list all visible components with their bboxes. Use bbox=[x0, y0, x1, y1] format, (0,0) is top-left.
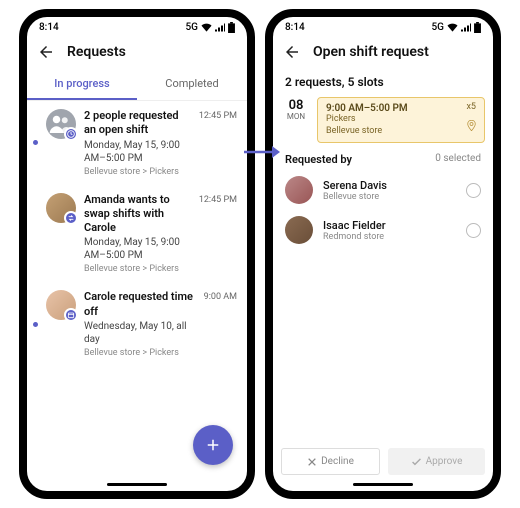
phone-requests: 8:14 5G Requests In progress Completed 2… bbox=[19, 9, 255, 499]
item-meta: Bellevue store > Pickers bbox=[84, 167, 191, 177]
shift-count: x5 bbox=[466, 102, 476, 112]
item-meta: Bellevue store > Pickers bbox=[84, 348, 196, 358]
item-subtitle: Wednesday, May 10, all day bbox=[84, 320, 196, 346]
home-indicator bbox=[353, 483, 413, 486]
status-icons: 5G bbox=[186, 22, 236, 33]
list-item[interactable]: Amanda wants to swap shifts with Carole … bbox=[27, 185, 247, 283]
item-body: 2 people requested an open shift Monday,… bbox=[84, 109, 191, 177]
calendar-icon bbox=[64, 308, 78, 322]
network-label: 5G bbox=[186, 22, 199, 33]
status-time: 8:14 bbox=[285, 22, 305, 33]
requester-name: Serena Davis bbox=[323, 179, 456, 192]
back-icon[interactable] bbox=[37, 43, 55, 61]
tab-completed[interactable]: Completed bbox=[137, 69, 247, 100]
network-label: 5G bbox=[432, 22, 445, 33]
avatar bbox=[285, 176, 313, 204]
summary: 2 requests, 5 slots bbox=[273, 69, 493, 93]
requester-name: Isaac Fielder bbox=[323, 219, 456, 232]
selected-count: 0 selected bbox=[435, 153, 481, 166]
back-icon[interactable] bbox=[283, 43, 301, 61]
shift-block: 08 MON 9:00 AM–5:00 PM Pickers Bellevue … bbox=[281, 97, 485, 143]
item-body: Carole requested time off Wednesday, May… bbox=[84, 290, 196, 358]
home-indicator bbox=[107, 483, 167, 486]
signal-icon bbox=[461, 23, 471, 32]
status-bar: 8:14 5G bbox=[27, 17, 247, 37]
item-time: 12:45 PM bbox=[199, 109, 237, 121]
item-subtitle: Monday, May 15, 9:00 AM–5:00 PM bbox=[84, 139, 191, 165]
decline-label: Decline bbox=[321, 456, 354, 467]
item-time: 9:00 AM bbox=[204, 290, 237, 302]
battery-icon bbox=[228, 22, 235, 33]
unread-dot bbox=[33, 322, 38, 327]
wifi-icon bbox=[201, 23, 212, 32]
footer-buttons: Decline Approve bbox=[281, 448, 485, 475]
decline-button[interactable]: Decline bbox=[281, 448, 380, 475]
location-icon bbox=[467, 116, 476, 135]
list-item[interactable]: Carole requested time off Wednesday, May… bbox=[27, 282, 247, 366]
requester-row[interactable]: Isaac Fielder Redmond store bbox=[273, 210, 493, 250]
shift-date: 08 MON bbox=[281, 97, 311, 143]
page-title: Open shift request bbox=[313, 44, 429, 60]
clock-icon bbox=[64, 127, 78, 141]
approve-label: Approve bbox=[426, 456, 463, 467]
close-icon bbox=[307, 457, 317, 467]
approve-button[interactable]: Approve bbox=[388, 448, 485, 475]
requested-by-header: Requested by 0 selected bbox=[273, 143, 493, 170]
status-time: 8:14 bbox=[39, 22, 59, 33]
shift-card[interactable]: 9:00 AM–5:00 PM Pickers Bellevue store x… bbox=[317, 97, 485, 143]
swap-icon bbox=[64, 211, 78, 225]
tabs: In progress Completed bbox=[27, 69, 247, 101]
radio-select[interactable] bbox=[466, 223, 481, 238]
phone-open-shift: 8:14 5G Open shift request 2 requests, 5… bbox=[265, 9, 501, 499]
unread-dot bbox=[33, 140, 38, 145]
list-item[interactable]: 2 people requested an open shift Monday,… bbox=[27, 101, 247, 185]
radio-select[interactable] bbox=[466, 183, 481, 198]
page-title: Requests bbox=[67, 44, 126, 60]
avatar bbox=[46, 290, 76, 320]
plus-icon bbox=[204, 436, 222, 454]
item-subtitle: Monday, May 15, 9:00 AM–5:00 PM bbox=[84, 236, 191, 262]
avatar bbox=[285, 216, 313, 244]
check-icon bbox=[411, 457, 422, 467]
item-time: 12:45 PM bbox=[199, 193, 237, 205]
item-body: Amanda wants to swap shifts with Carole … bbox=[84, 193, 191, 275]
requester-store: Bellevue store bbox=[323, 192, 456, 202]
fab-add-button[interactable] bbox=[193, 425, 233, 465]
label: Requested by bbox=[285, 153, 352, 166]
battery-icon bbox=[474, 22, 481, 33]
status-bar: 8:14 5G bbox=[273, 17, 493, 37]
shift-store: Bellevue store bbox=[326, 126, 476, 138]
tab-in-progress[interactable]: In progress bbox=[27, 69, 137, 100]
item-title: Carole requested time off bbox=[84, 290, 196, 319]
header: Requests bbox=[27, 37, 247, 69]
flow-arrow bbox=[242, 144, 282, 164]
shift-role: Pickers bbox=[326, 114, 476, 126]
shift-day-num: 08 bbox=[281, 99, 311, 112]
shift-time: 9:00 AM–5:00 PM bbox=[326, 103, 476, 114]
signal-icon bbox=[215, 23, 225, 32]
requester-row[interactable]: Serena Davis Bellevue store bbox=[273, 170, 493, 210]
avatar bbox=[46, 109, 76, 139]
item-title: Amanda wants to swap shifts with Carole bbox=[84, 193, 191, 236]
requester-body: Serena Davis Bellevue store bbox=[323, 179, 456, 202]
header: Open shift request bbox=[273, 37, 493, 69]
status-icons: 5G bbox=[432, 22, 482, 33]
item-meta: Bellevue store > Pickers bbox=[84, 264, 191, 274]
wifi-icon bbox=[447, 23, 458, 32]
shift-weekday: MON bbox=[281, 112, 311, 121]
avatar bbox=[46, 193, 76, 223]
requester-store: Redmond store bbox=[323, 232, 456, 242]
requester-body: Isaac Fielder Redmond store bbox=[323, 219, 456, 242]
item-title: 2 people requested an open shift bbox=[84, 109, 191, 138]
